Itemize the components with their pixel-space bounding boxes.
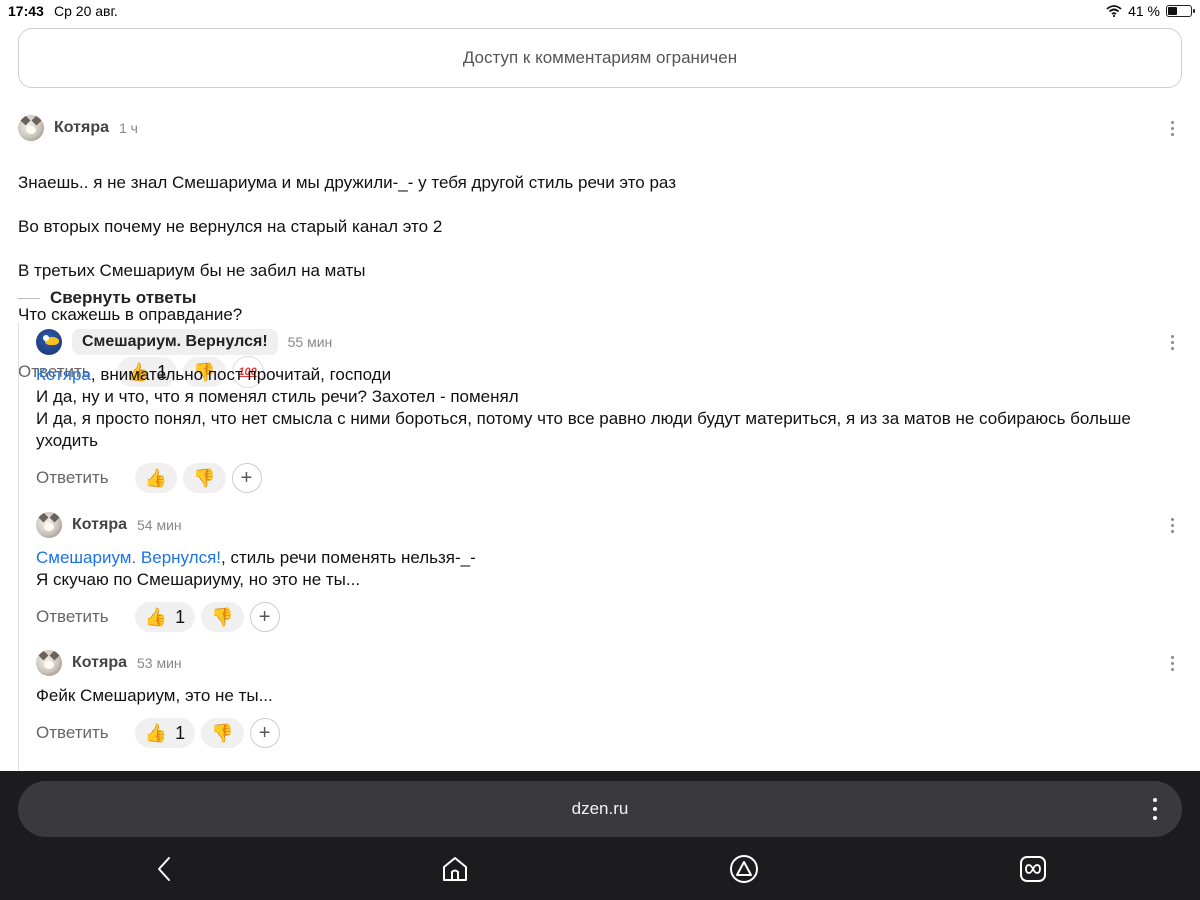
- like-count: 1: [175, 722, 186, 743]
- thumbs-down-icon: 👍: [211, 723, 234, 743]
- comment: Котяра 53 мин Фейк Смешариум, это не ты.…: [36, 649, 1182, 749]
- status-right: 41 %: [1106, 3, 1195, 19]
- comment-text: Фейк Смешариум, это не ты...: [36, 686, 273, 705]
- avatar[interactable]: [36, 512, 62, 538]
- like-count: 1: [175, 606, 186, 627]
- comment-author[interactable]: Котяра: [72, 654, 127, 672]
- dislike-button[interactable]: 👍: [201, 718, 244, 748]
- comment-author[interactable]: Котяра: [72, 516, 127, 534]
- comment: Котяра 54 мин Смешариум. Вернулся!, стил…: [36, 511, 1182, 633]
- comment-line: Во вторых почему не вернулся на старый к…: [18, 217, 443, 236]
- thumbs-up-icon: 👍: [144, 607, 168, 627]
- like-button[interactable]: 👍 1: [134, 602, 196, 632]
- like-button[interactable]: 👍 1: [134, 718, 196, 748]
- comment-time: 1 ч: [118, 120, 138, 136]
- browser-bottom-bar: dzen.ru: [0, 771, 1200, 900]
- like-button[interactable]: 👍: [134, 463, 178, 493]
- mention-link[interactable]: Смешариум. Вернулся!: [36, 548, 221, 567]
- home-icon[interactable]: [440, 854, 470, 884]
- browser-menu-icon[interactable]: [1150, 798, 1160, 820]
- more-icon[interactable]: [1162, 653, 1182, 673]
- comment-author[interactable]: Смешариум. Вернулся!: [72, 329, 278, 355]
- battery-percent: 41 %: [1128, 3, 1160, 19]
- reply-button[interactable]: Ответить: [36, 607, 109, 627]
- thumbs-up-icon: 👍: [144, 723, 168, 743]
- plus-icon[interactable]: +: [249, 602, 280, 632]
- status-bar: 17:43 Ср 20 авг. 41 %: [0, 0, 1200, 22]
- battery-icon: [1166, 5, 1195, 17]
- thumbs-up-icon: 👍: [144, 468, 168, 488]
- alice-icon[interactable]: [729, 854, 759, 884]
- wifi-icon: [1106, 5, 1122, 17]
- avatar[interactable]: [36, 650, 62, 676]
- avatar[interactable]: [36, 329, 62, 355]
- dislike-button[interactable]: 👍: [201, 602, 244, 632]
- status-time: 17:43: [8, 3, 44, 19]
- collapse-label: Свернуть ответы: [50, 288, 197, 307]
- more-icon[interactable]: [1162, 332, 1182, 352]
- banner-text: Доступ к комментариям ограничен: [462, 48, 738, 67]
- comment-time: 53 мин: [136, 655, 182, 671]
- collapse-replies-button[interactable]: Свернуть ответы: [18, 288, 196, 308]
- plus-icon[interactable]: +: [249, 718, 280, 748]
- reply-button[interactable]: Ответить: [36, 723, 109, 743]
- comments-restricted-banner: Доступ к комментариям ограничен: [18, 28, 1182, 88]
- address-bar[interactable]: dzen.ru: [18, 781, 1182, 837]
- infinity-icon[interactable]: [1018, 854, 1048, 884]
- url-text: dzen.ru: [571, 799, 629, 818]
- reply-button[interactable]: Ответить: [36, 468, 109, 488]
- comment-text: Котяра, внимательно пост прочитай, госпо…: [36, 365, 1131, 450]
- thread-line: [18, 322, 19, 772]
- comment-text: Знаешь.. я не знал Смешариума и мы дружи…: [18, 150, 1182, 348]
- comment-time: 55 мин: [287, 334, 333, 350]
- comment: Смешариум. Вернулся! 55 мин Котяра, вним…: [36, 328, 1182, 494]
- thumbs-down-icon: 👍: [211, 607, 234, 627]
- plus-icon[interactable]: +: [231, 463, 262, 493]
- back-icon[interactable]: [150, 854, 180, 884]
- comment-author[interactable]: Котяра: [54, 119, 109, 137]
- dislike-button[interactable]: 👍: [183, 463, 226, 493]
- comment-time: 54 мин: [136, 517, 182, 533]
- comment-line: В третьих Смешариум бы не забил на маты: [18, 261, 366, 280]
- more-icon[interactable]: [1162, 118, 1182, 138]
- mention-link[interactable]: Котяра: [36, 365, 91, 384]
- more-icon[interactable]: [1162, 515, 1182, 535]
- thumbs-down-icon: 👍: [193, 468, 216, 488]
- avatar[interactable]: [18, 115, 44, 141]
- comment-text: Смешариум. Вернулся!, стиль речи поменят…: [36, 548, 476, 589]
- status-date: Ср 20 авг.: [54, 3, 118, 19]
- comment-line: Знаешь.. я не знал Смешариума и мы дружи…: [18, 173, 676, 192]
